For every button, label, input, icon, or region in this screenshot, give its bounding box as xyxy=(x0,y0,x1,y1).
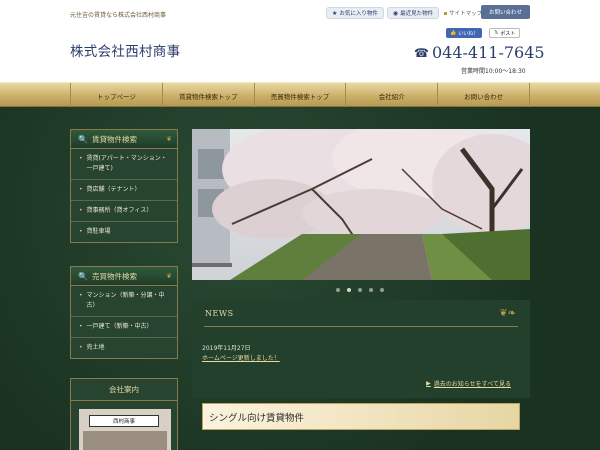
nav-top[interactable]: トップページ xyxy=(70,83,163,108)
company-info-box[interactable]: 会社案内 西村商事 xyxy=(70,378,178,450)
ornament-icon: ❦ xyxy=(166,135,172,143)
store-sign: 西村商事 xyxy=(89,415,159,427)
ornament-icon: ❦ xyxy=(166,272,172,280)
header-links: ★ お気に入り物件 ◉ 最近見た物件 サイトマップ xyxy=(326,7,482,19)
rental-search-header: 🔍 賃貸物件検索 ❦ xyxy=(71,130,177,149)
slideshow-dots xyxy=(336,288,384,292)
slide-dot-5[interactable] xyxy=(380,288,384,292)
news-item-link[interactable]: ホームページ更新しました！ xyxy=(202,353,280,362)
phone-icon: ☎ xyxy=(414,45,429,60)
hero-slideshow-image[interactable] xyxy=(192,129,530,280)
news-divider xyxy=(204,326,518,327)
sale-search-box: 🔍 売買物件検索 ❦ • マンション（新築・分譲・中古） • 一戸建て（新築・中古）… xyxy=(70,266,178,359)
sidebar-item-sale-mansion[interactable]: • マンション（新築・分譲・中古） xyxy=(71,286,177,317)
ornament-icon: ❦❧ xyxy=(499,308,516,319)
x-logo-icon: 𝕏 xyxy=(494,30,499,36)
slide-dot-2[interactable] xyxy=(347,288,351,292)
facebook-like-button[interactable]: 👍 いいね！ xyxy=(446,28,483,38)
nav-rental-search[interactable]: 賃貸物件検索トップ xyxy=(163,83,255,108)
tagline: 元住吉の賃貸なら株式会社西村商事 xyxy=(70,12,167,19)
sidebar-item-rental-parking[interactable]: • 貸駐車場 xyxy=(71,222,177,242)
slide-dot-4[interactable] xyxy=(369,288,373,292)
sidebar-item-rental-shop[interactable]: • 貸店舗（テナント） xyxy=(71,180,177,201)
global-nav: トップページ 賃貸物件検索トップ 売買物件検索トップ 会社紹介 お問い合わせ xyxy=(0,82,600,108)
company-info-title: 会社案内 xyxy=(71,379,177,401)
nav-company[interactable]: 会社紹介 xyxy=(346,83,439,108)
magnifier-icon: 🔍 xyxy=(78,271,88,281)
news-section: NEWS ❦❧ 2019年11月27日 ホームページ更新しました！ ▶ 過去のお… xyxy=(192,300,530,398)
slide-dot-1[interactable] xyxy=(336,288,340,292)
magnifier-icon: 🔍 xyxy=(78,134,88,144)
cherry-blossom-photo xyxy=(192,129,530,280)
store-window xyxy=(83,431,167,450)
slide-dot-3[interactable] xyxy=(358,288,362,292)
news-heading: NEWS xyxy=(205,309,234,318)
header-contact-button[interactable]: お問い合わせ xyxy=(481,5,530,19)
sidebar-item-rental-residential[interactable]: • 賃貸(アパート・マンション・一戸建て) xyxy=(71,149,177,180)
single-rental-heading: シングル向け賃貸物件 xyxy=(202,403,520,430)
arrow-right-icon: ▶ xyxy=(426,380,431,387)
recently-viewed-button[interactable]: ◉ 最近見た物件 xyxy=(386,7,440,19)
nav-sale-search[interactable]: 売買物件検索トップ xyxy=(255,83,347,108)
square-bullet-icon xyxy=(444,11,448,15)
sale-search-header: 🔍 売買物件検索 ❦ xyxy=(71,267,177,286)
nav-contact[interactable]: お問い合わせ xyxy=(438,83,530,108)
star-icon: ★ xyxy=(332,9,338,17)
business-hours: 営業時間10:00～18:30 xyxy=(461,68,526,75)
x-post-button[interactable]: 𝕏 ポスト xyxy=(489,28,521,38)
social-buttons: 👍 いいね！ 𝕏 ポスト xyxy=(446,28,521,38)
sitemap-link[interactable]: サイトマップ xyxy=(444,7,482,19)
storefront-photo: 西村商事 xyxy=(79,409,171,450)
eye-icon: ◉ xyxy=(392,9,399,17)
sidebar-item-sale-land[interactable]: • 売土地 xyxy=(71,338,177,358)
sidebar-item-sale-house[interactable]: • 一戸建て（新築・中古） xyxy=(71,317,177,338)
phone-number[interactable]: ☎ 044-411-7645 xyxy=(414,43,545,62)
thumbs-up-icon: 👍 xyxy=(450,30,457,36)
news-date: 2019年11月27日 xyxy=(202,345,251,352)
sidebar-item-rental-office[interactable]: • 貸事務所（貸オフィス） xyxy=(71,201,177,222)
site-header: 元住吉の賃貸なら株式会社西村商事 株式会社西村商事 ★ お気に入り物件 ◉ 最近… xyxy=(0,0,600,82)
rental-search-box: 🔍 賃貸物件検索 ❦ • 賃貸(アパート・マンション・一戸建て) • 貸店舗（テナン… xyxy=(70,129,178,243)
news-all-link[interactable]: ▶ 過去のお知らせをすべて見る xyxy=(426,379,511,388)
favorites-button[interactable]: ★ お気に入り物件 xyxy=(326,7,384,19)
company-logo[interactable]: 株式会社西村商事 xyxy=(70,40,180,60)
